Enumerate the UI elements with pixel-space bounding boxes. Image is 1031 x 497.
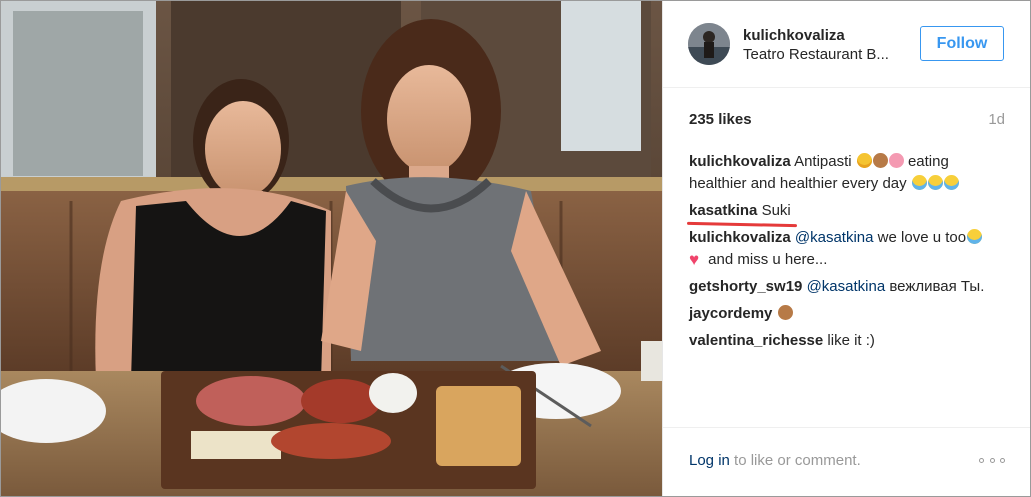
comment-text: Antipasti [794,153,852,170]
comment-item: getshorty_sw19 @kasatkina вежливая Ты. [689,276,1009,298]
comment-item: jaycordemy [689,303,1009,325]
more-dot [989,458,995,463]
comment-mention[interactable]: @kasatkina [807,278,886,295]
likes-count[interactable]: 235 likes [689,111,752,128]
comment-username[interactable]: getshorty_sw19 [689,278,802,295]
follow-button[interactable]: Follow [920,26,1004,61]
smiling-face-heart-eyes-icon [856,153,872,168]
comment-text: вежливая Ты. [889,278,985,295]
comment-username[interactable]: valentina_richesse [689,332,823,349]
post-sidebar: kulichkovaliza Teatro Restaurant B... Fo… [662,1,1030,496]
tears-of-joy-icon [967,229,983,244]
avatar[interactable] [688,23,730,65]
login-prompt: Log in to like or comment. [689,452,861,469]
tears-of-joy-icon [911,175,927,190]
tears-of-joy-icon [943,175,959,190]
login-link[interactable]: Log in [689,452,730,469]
comment-item: valentina_richesse like it :) [689,330,1009,352]
avatar-image [688,23,730,65]
post-photo[interactable] [1,1,662,496]
comment-mention[interactable]: @kasatkina [795,229,874,246]
more-dot [1000,458,1005,463]
instagram-post: kulichkovaliza Teatro Restaurant B... Fo… [0,0,1031,497]
comment-username[interactable]: kasatkina [689,202,757,219]
comment-text-continued: and miss u here... [708,251,828,268]
comment-username[interactable]: jaycordemy [689,305,772,322]
see-no-evil-monkey-icon [872,153,888,168]
restaurant-photo-illustration [1,1,662,496]
see-no-evil-monkey-icon [777,305,793,320]
tears-of-joy-icon [927,175,943,190]
comment-item: kulichkovaliza Antipasti eating healthie… [689,151,1009,195]
more-options-icon[interactable] [979,458,1005,464]
more-dot [979,458,984,463]
login-prompt-text: to like or comment. [734,452,861,469]
comment-item: kulichkovaliza @kasatkina we love u too … [689,227,1009,271]
red-heart-icon [689,249,704,271]
comments-list: kulichkovaliza Antipasti eating healthie… [689,151,1009,357]
comment-username[interactable]: kulichkovaliza [689,229,791,246]
comment-text: we love u too [877,229,967,246]
pig-face-icon [888,153,904,168]
comment-item: kasatkina Suki [689,200,1009,222]
comment-username[interactable]: kulichkovaliza [689,153,791,170]
comment-text: like it :) [827,332,875,349]
post-header: kulichkovaliza Teatro Restaurant B... Fo… [663,1,1030,88]
comment-text: Suki [761,202,791,219]
likes-row: 235 likes 1d [689,111,1005,131]
underlined-comment: kasatkina Suki [689,200,791,222]
post-time[interactable]: 1d [988,111,1005,128]
post-location[interactable]: Teatro Restaurant B... [743,46,903,63]
post-username[interactable]: kulichkovaliza [743,27,845,44]
post-footer: Log in to like or comment. [663,427,1030,496]
